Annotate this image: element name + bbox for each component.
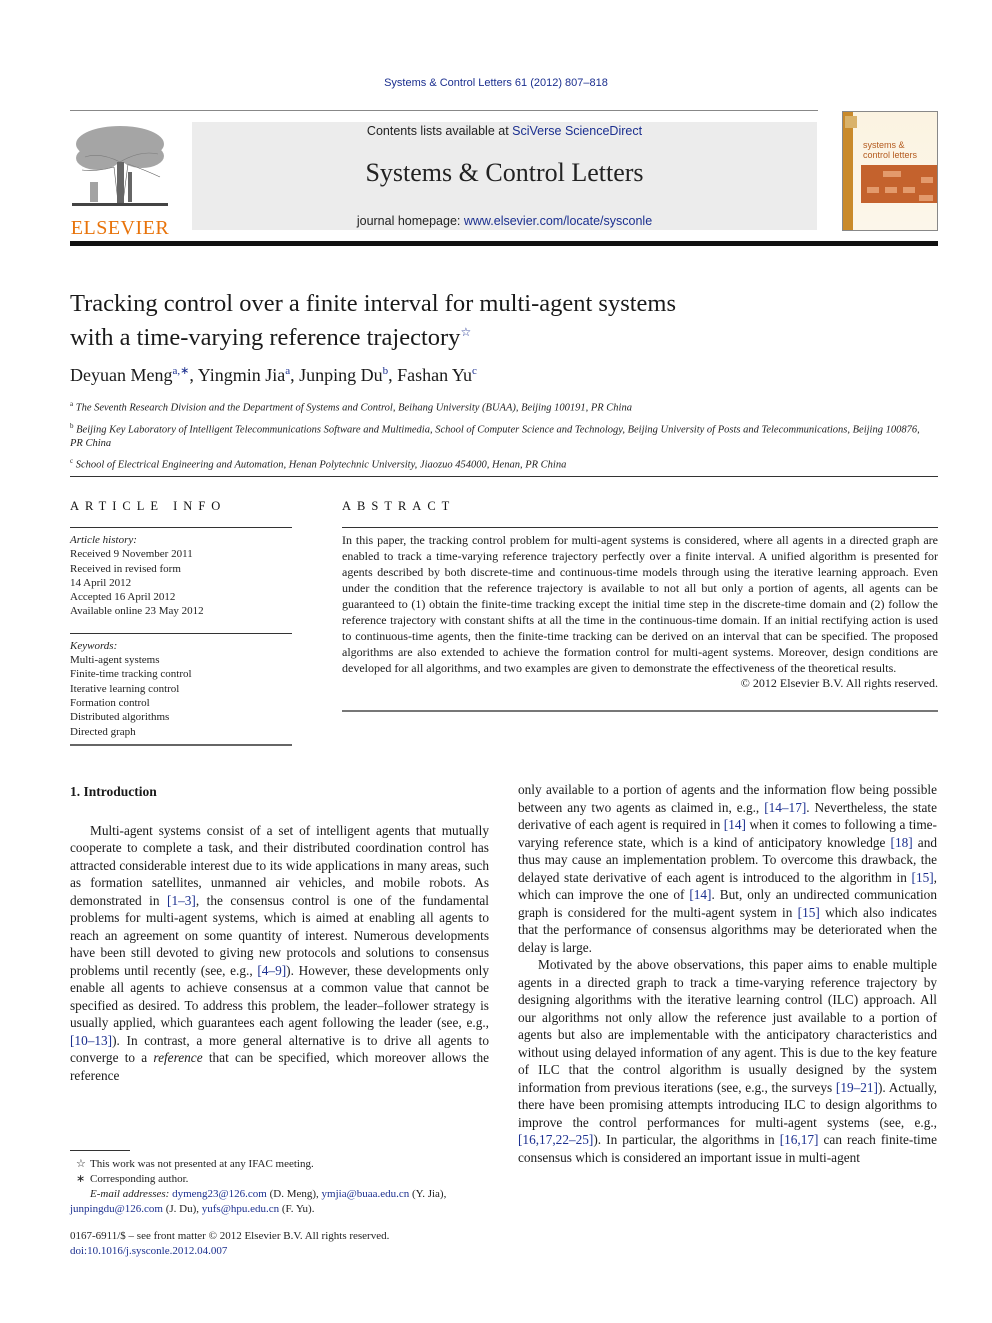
masthead-thick-rule — [70, 241, 938, 246]
header-rule — [70, 110, 818, 111]
history-entry: Available online 23 May 2012 — [70, 605, 204, 618]
contents-line: Contents lists available at SciVerse Sci… — [366, 124, 643, 138]
citation-link[interactable]: [1–3] — [167, 893, 196, 908]
elsevier-logo[interactable]: ELSEVIER — [70, 122, 170, 239]
article-info-heading: ARTICLE INFO — [70, 499, 227, 513]
email-link[interactable]: junpingdu@126.com — [70, 1203, 163, 1215]
citation-link[interactable]: [10–13] — [70, 1033, 112, 1048]
journal-cover-thumbnail[interactable]: systems & control letters — [842, 111, 938, 231]
keyword[interactable]: Iterative learning control — [70, 682, 292, 696]
front-matter: 0167-6911/$ – see front matter © 2012 El… — [70, 1229, 389, 1259]
sciencedirect-link[interactable]: SciVerse ScienceDirect — [512, 124, 642, 138]
elsevier-wordmark: ELSEVIER — [70, 217, 170, 239]
email-link[interactable]: dymeng23@126.com — [172, 1188, 267, 1200]
title-footnote-mark[interactable]: ☆ — [460, 325, 471, 339]
affiliation: c School of Electrical Engineering and A… — [70, 457, 567, 471]
author-list: Deyuan Menga,∗, Yingmin Jiaa, Junping Du… — [70, 365, 477, 385]
history-entry: Accepted 16 April 2012 — [70, 591, 176, 604]
doi-link[interactable]: doi:10.1016/j.sysconle.2012.04.007 — [70, 1245, 227, 1257]
keyword[interactable]: Distributed algorithms — [70, 710, 292, 724]
history-entry: Received in revised form — [70, 562, 181, 575]
email-link[interactable]: yufs@hpu.edu.cn — [202, 1203, 279, 1215]
article-info-panel: ARTICLE INFO Article history: Received 9… — [70, 499, 292, 751]
footnote-title-note: ☆ This work was not presented at any IFAC… — [76, 1158, 314, 1170]
cover-title: systems & control letters — [863, 140, 918, 160]
citation-link[interactable]: [15] — [798, 905, 820, 920]
citation-link[interactable]: [15] — [912, 870, 934, 885]
keyword[interactable]: Directed graph — [70, 725, 292, 739]
author[interactable]: Yingmin Jiaa — [198, 365, 290, 385]
body-column-left: 1. Introduction Multi-agent systems cons… — [70, 783, 489, 1084]
journal-masthead: Contents lists available at SciVerse Sci… — [192, 122, 817, 230]
affiliations: a The Seventh Research Division and the … — [70, 397, 930, 476]
citation-link[interactable]: [4–9] — [257, 963, 286, 978]
homepage-line: journal homepage: www.elsevier.com/locat… — [356, 214, 653, 228]
footnote-corresponding: ∗ Corresponding author. — [76, 1173, 189, 1185]
citation-link[interactable]: [14] — [689, 887, 711, 902]
affiliation: b Beijing Key Laboratory of Intelligent … — [70, 421, 920, 450]
abstract-copyright: © 2012 Elsevier B.V. All rights reserved… — [740, 676, 938, 690]
keywords: Keywords: Multi-agent systems Finite-time… — [70, 639, 292, 739]
article-history: Article history: Received 9 November 201… — [70, 533, 292, 619]
email-link[interactable]: ymjia@buaa.edu.cn — [322, 1188, 410, 1200]
tree-logo-icon — [70, 122, 170, 210]
history-entry: Received 9 November 2011 — [70, 548, 193, 561]
issn-line: 0167-6911/$ – see front matter © 2012 El… — [70, 1230, 390, 1242]
emphasis: reference — [153, 1050, 203, 1065]
citation-link[interactable]: [16,17] — [780, 1132, 819, 1147]
keyword[interactable]: Finite-time tracking control — [70, 667, 292, 681]
footnotes: ☆ This work was not presented at any IFAC… — [70, 1150, 490, 1217]
paragraph: Motivated by the above observations, thi… — [518, 957, 937, 1165]
keyword[interactable]: Formation control — [70, 696, 292, 710]
article-title: Tracking control over a finite interval … — [70, 290, 677, 352]
author[interactable]: Fashan Yuc — [397, 365, 477, 385]
journal-reference[interactable]: Systems & Control Letters 61 (2012) 807–… — [0, 77, 992, 89]
paragraph: Multi-agent systems consist of a set of … — [70, 822, 489, 1083]
abstract-heading: ABSTRACT — [342, 499, 456, 513]
keyword[interactable]: Multi-agent systems — [70, 653, 292, 667]
journal-homepage-link[interactable]: www.elsevier.com/locate/sysconle — [464, 214, 652, 228]
author[interactable]: Deyuan Menga,∗ — [70, 365, 189, 385]
cover-band — [843, 112, 853, 230]
citation-link[interactable]: [16,17,22–25] — [518, 1132, 593, 1147]
section-heading-introduction: 1. Introduction — [70, 784, 157, 799]
cover-block-diagram-icon — [861, 165, 937, 203]
affiliation: a The Seventh Research Division and the … — [70, 400, 632, 414]
citation-link[interactable]: [14–17] — [764, 800, 806, 815]
citation-link[interactable]: [19–21] — [836, 1080, 878, 1095]
citation-link[interactable]: [14] — [724, 817, 746, 832]
cover-badge-icon — [845, 116, 857, 128]
citation-link[interactable]: [18] — [891, 835, 913, 850]
history-entry: 14 April 2012 — [70, 576, 132, 589]
abstract-text: In this paper, the tracking control prob… — [342, 533, 938, 675]
abstract-panel: ABSTRACT In this paper, the tracking con… — [342, 499, 938, 712]
footnote-emails: E-mail addresses: dymeng23@126.com (D. M… — [70, 1188, 447, 1215]
body-column-right: only available to a portion of agents an… — [518, 781, 937, 1166]
paragraph: only available to a portion of agents an… — [518, 782, 938, 955]
author[interactable]: Junping Dub — [299, 365, 388, 385]
journal-title: Systems & Control Letters — [365, 158, 644, 187]
section-rule — [70, 476, 938, 477]
